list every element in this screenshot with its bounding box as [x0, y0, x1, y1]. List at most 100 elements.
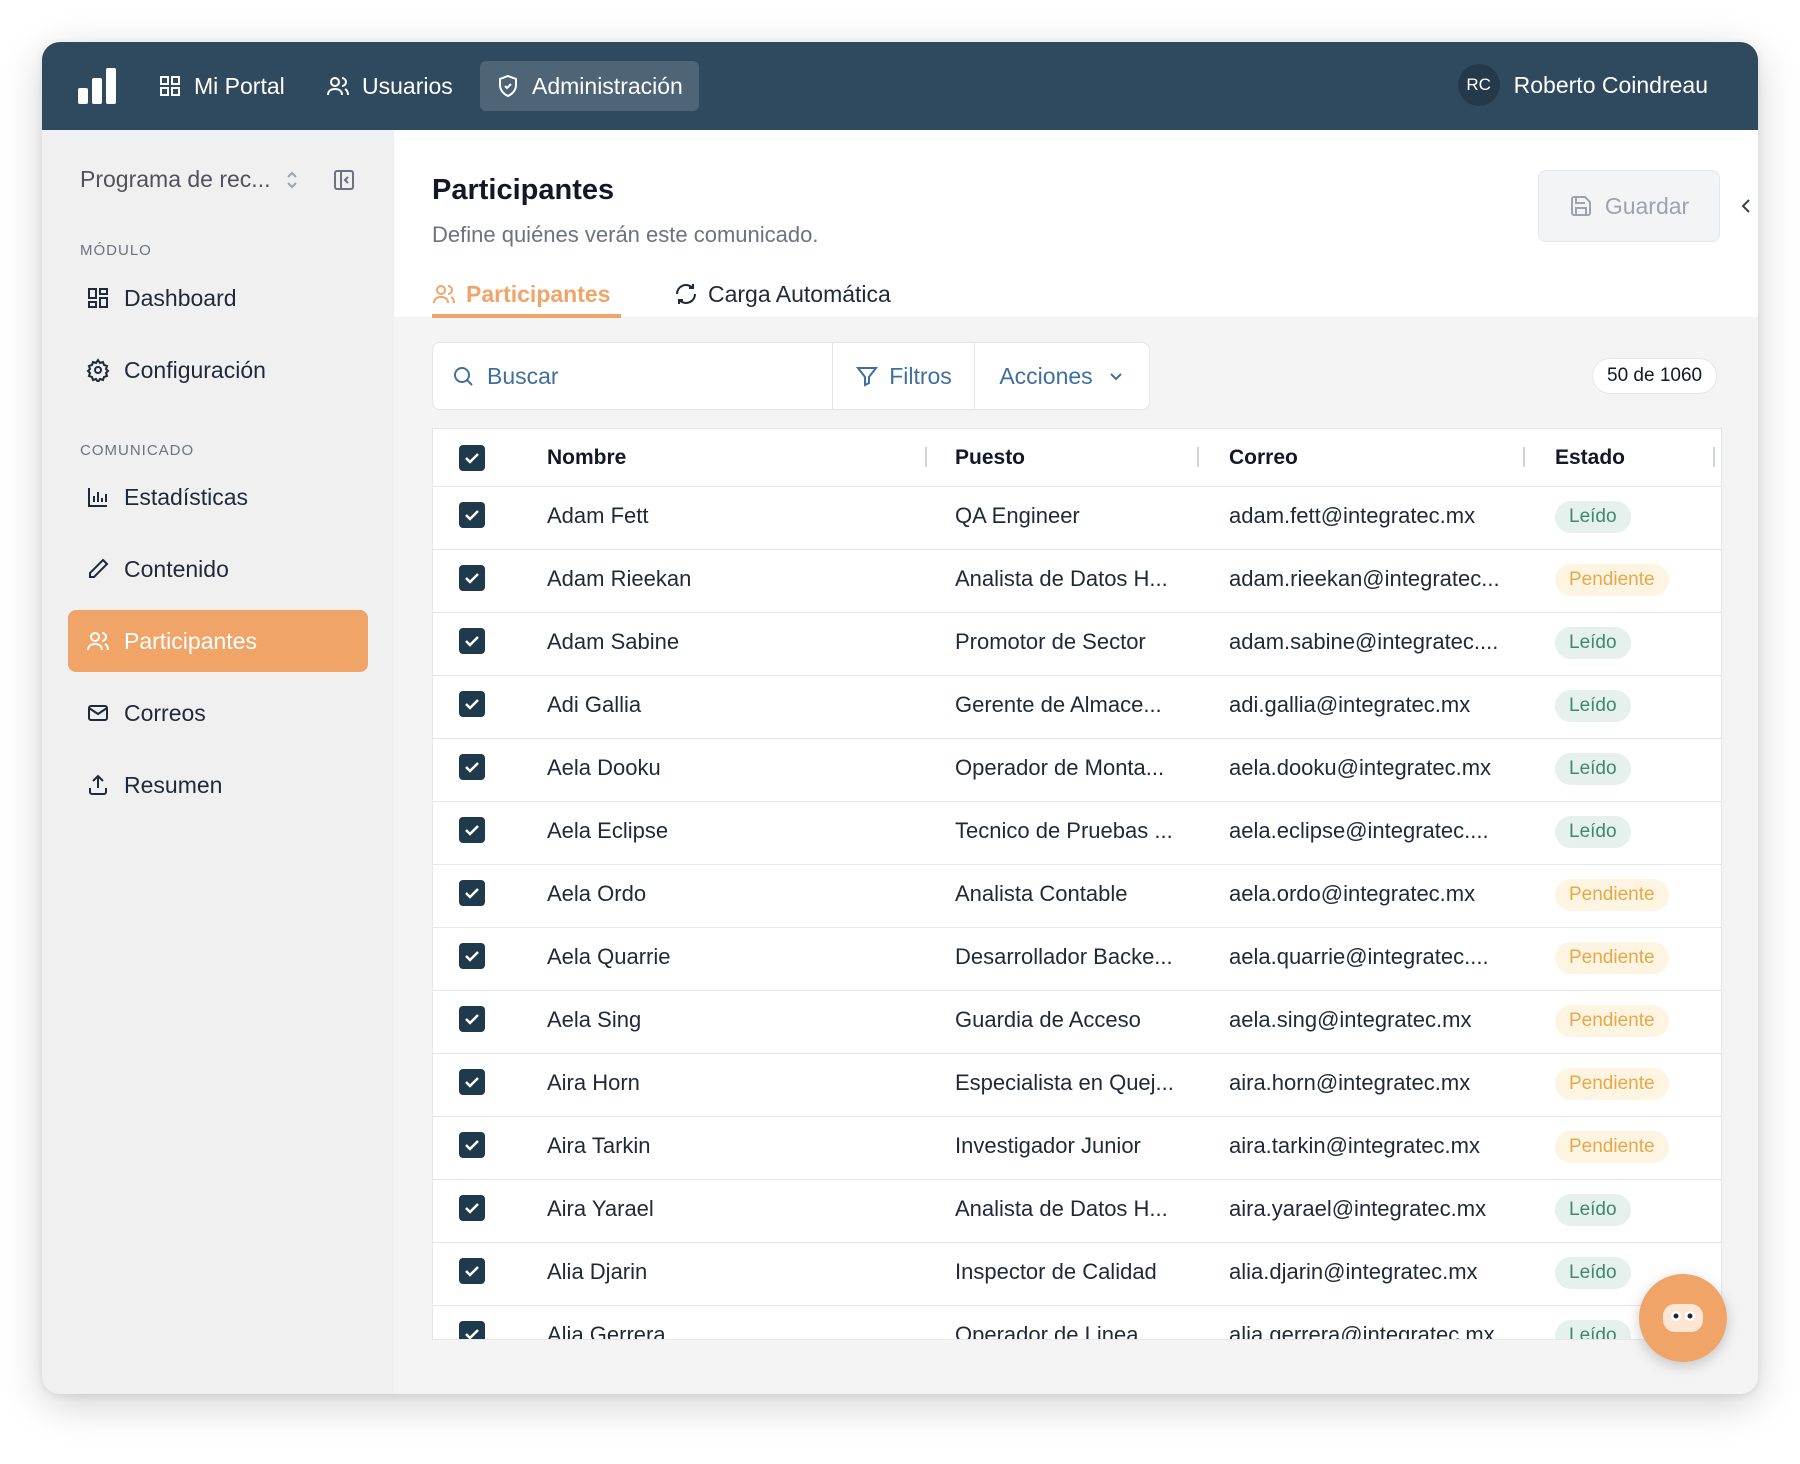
sidebar-item-estadisticas[interactable]: Estadísticas — [68, 466, 368, 528]
sidebar-collapse-icon[interactable] — [332, 168, 356, 192]
participants-table: Nombre Puesto Correo Estado Adam Fett QA … — [432, 428, 1722, 1340]
sidebar-item-participantes[interactable]: Participantes — [68, 610, 368, 672]
column-resize-handle[interactable] — [1523, 447, 1525, 467]
cell-nombre: Aira Yarael — [547, 1196, 654, 1221]
table-row[interactable]: Aela Sing Guardia de Acceso aela.sing@inte… — [433, 991, 1721, 1054]
table-row[interactable]: Aira Horn Especialista en Quej... aira.hor… — [433, 1054, 1721, 1117]
row-checkbox[interactable] — [459, 754, 485, 780]
cell-nombre: Alia Gerrera — [547, 1322, 666, 1340]
row-checkbox[interactable] — [459, 565, 485, 591]
column-resize-handle[interactable] — [1713, 447, 1715, 467]
nav-usuarios[interactable]: Usuarios — [310, 61, 469, 111]
row-checkbox[interactable] — [459, 880, 485, 906]
filters-button[interactable]: Filtros — [833, 343, 975, 409]
select-all-checkbox[interactable] — [459, 445, 485, 471]
table-row[interactable]: Aela Quarrie Desarrollador Backe... aela.q… — [433, 928, 1721, 991]
table-row[interactable]: Adi Gallia Gerente de Almace... adi.gallia… — [433, 676, 1721, 739]
cell-correo: aela.quarrie@integratec.... — [1229, 944, 1489, 969]
nav-administracion[interactable]: Administración — [480, 61, 699, 111]
cell-correo: adi.gallia@integratec.mx — [1229, 692, 1471, 717]
table-row[interactable]: Alia Gerrera Operador de Linea alia.gerrer… — [433, 1306, 1721, 1340]
cell-correo: aela.ordo@integratec.mx — [1229, 881, 1476, 906]
nav-label: Usuarios — [362, 72, 453, 99]
cell-nombre: Aira Tarkin — [547, 1133, 651, 1158]
cell-correo: alia.gerrera@integratec.mx — [1229, 1322, 1495, 1340]
row-checkbox[interactable] — [459, 1006, 485, 1032]
check-icon — [465, 453, 479, 464]
cell-correo: aela.sing@integratec.mx — [1229, 1007, 1472, 1032]
table-row[interactable]: Adam Fett QA Engineer adam.fett@integratec… — [433, 487, 1721, 550]
check-icon — [465, 1077, 479, 1088]
table-row[interactable]: Adam Sabine Promotor de Sector adam.sabine… — [433, 613, 1721, 676]
nav-label: Mi Portal — [194, 72, 285, 99]
table-row[interactable]: Aira Yarael Analista de Datos H... aira.ya… — [433, 1180, 1721, 1243]
table-row[interactable]: Alia Djarin Inspector de Calidad alia.djar… — [433, 1243, 1721, 1306]
row-checkbox[interactable] — [459, 1321, 485, 1339]
sidebar-item-dashboard[interactable]: Dashboard — [68, 267, 368, 329]
cell-correo: adam.sabine@integratec.... — [1229, 629, 1499, 654]
status-badge: Leído — [1555, 501, 1631, 533]
cell-correo: adam.fett@integratec.mx — [1229, 503, 1476, 528]
check-icon — [465, 1329, 479, 1339]
save-button[interactable]: Guardar — [1538, 170, 1720, 242]
sidebar: Programa de rec... MÓDULO Dashboard Conf… — [42, 130, 394, 1394]
chevron-down-icon — [1109, 373, 1122, 381]
sidebar-item-configuracion[interactable]: Configuración — [68, 339, 368, 401]
tab-active-indicator — [432, 314, 621, 318]
nav-label: Administración — [532, 72, 683, 99]
row-checkbox[interactable] — [459, 1069, 485, 1095]
chevron-left-icon[interactable] — [1736, 196, 1756, 216]
column-resize-handle[interactable] — [1197, 447, 1199, 467]
users-icon — [327, 77, 349, 96]
row-checkbox[interactable] — [459, 691, 485, 717]
tab-carga-automatica[interactable]: Carga Automática — [674, 274, 891, 314]
page-title: Participantes — [432, 174, 615, 206]
table-row[interactable]: Aira Tarkin Investigador Junior aira.tarki… — [433, 1117, 1721, 1180]
program-selector[interactable]: Programa de rec... — [80, 166, 300, 193]
column-header-nombre[interactable]: Nombre — [547, 446, 626, 470]
check-icon — [465, 636, 479, 647]
table-row[interactable]: Aela Ordo Analista Contable aela.ordo@inte… — [433, 865, 1721, 928]
sidebar-item-contenido[interactable]: Contenido — [68, 538, 368, 600]
actions-label: Acciones — [999, 362, 1093, 389]
search-input[interactable]: Buscar — [433, 343, 833, 409]
page-header: Participantes Define quiénes verán este … — [394, 130, 1758, 318]
row-checkbox[interactable] — [459, 1195, 485, 1221]
status-badge: Leído — [1555, 753, 1631, 785]
nav-mi-portal[interactable]: Mi Portal — [142, 61, 301, 111]
table-row[interactable]: Aela Dooku Operador de Monta... aela.dooku… — [433, 739, 1721, 802]
cell-correo: aela.dooku@integratec.mx — [1229, 755, 1492, 780]
cell-puesto: Investigador Junior — [955, 1133, 1141, 1158]
cell-correo: aela.eclipse@integratec.... — [1229, 818, 1489, 843]
pencil-icon — [89, 558, 109, 578]
cell-puesto: Especialista en Quej... — [955, 1070, 1174, 1095]
sidebar-item-label: Correos — [124, 699, 206, 726]
column-resize-handle[interactable] — [925, 447, 927, 467]
column-header-puesto[interactable]: Puesto — [955, 446, 1025, 470]
sidebar-item-resumen[interactable]: Resumen — [68, 754, 368, 816]
column-header-estado[interactable]: Estado — [1555, 446, 1625, 470]
check-icon — [465, 699, 479, 710]
row-checkbox[interactable] — [459, 817, 485, 843]
tab-participantes[interactable]: Participantes — [432, 274, 610, 314]
row-checkbox[interactable] — [459, 943, 485, 969]
row-checkbox[interactable] — [459, 1132, 485, 1158]
cell-puesto: Operador de Linea — [955, 1322, 1139, 1340]
top-nav: Mi Portal Usuarios Administración RC Rob… — [42, 42, 1758, 130]
table-row[interactable]: Aela Eclipse Tecnico de Pruebas ... aela.e… — [433, 802, 1721, 865]
table-row[interactable]: Adam Rieekan Analista de Datos H... adam.r… — [433, 550, 1721, 613]
section-label-comunicado: COMUNICADO — [80, 442, 195, 459]
row-checkbox[interactable] — [459, 628, 485, 654]
refresh-icon — [676, 284, 696, 304]
column-header-correo[interactable]: Correo — [1229, 446, 1298, 470]
logo-icon[interactable] — [78, 68, 118, 104]
row-checkbox[interactable] — [459, 502, 485, 528]
filter-icon — [856, 367, 879, 387]
sidebar-item-correos[interactable]: Correos — [68, 682, 368, 744]
user-menu[interactable]: RC Roberto Coindreau — [1457, 64, 1708, 106]
assistant-bot-button[interactable] — [1639, 1274, 1727, 1362]
actions-dropdown[interactable]: Acciones — [975, 343, 1149, 409]
row-checkbox[interactable] — [459, 1258, 485, 1284]
check-icon — [465, 762, 479, 773]
shield-icon — [499, 74, 517, 98]
